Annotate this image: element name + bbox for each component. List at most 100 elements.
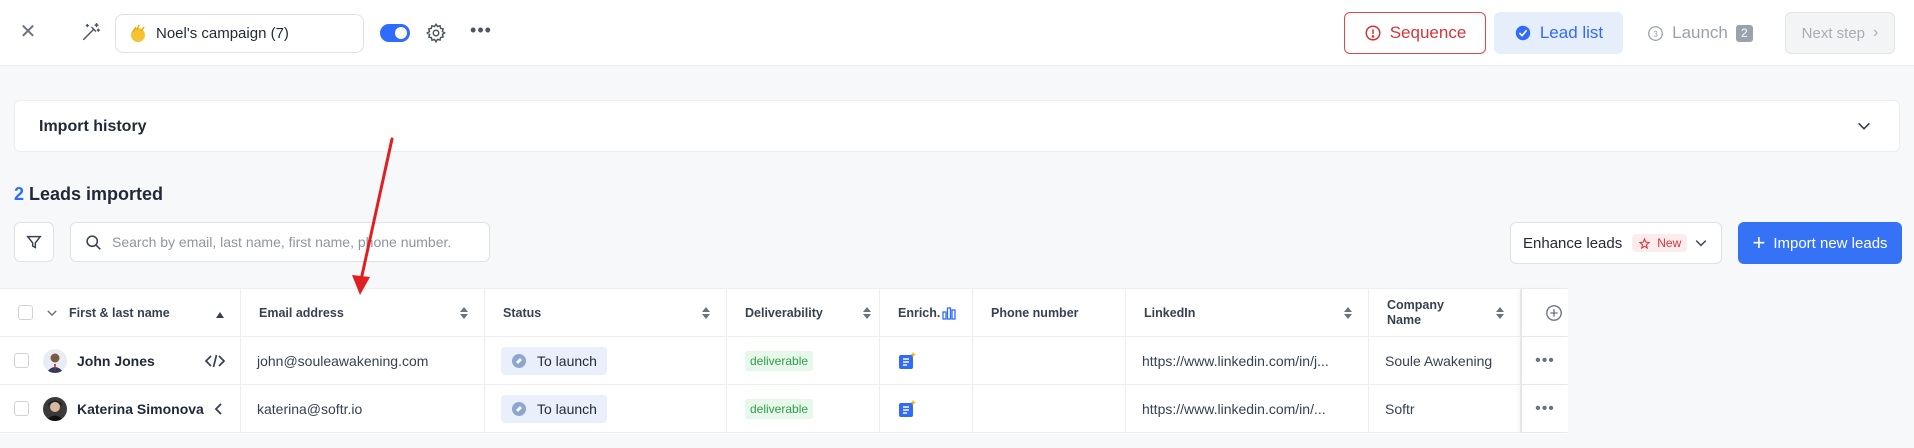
row-actions-cell: •••	[1521, 385, 1568, 432]
more-options-icon[interactable]: •••	[470, 20, 492, 44]
enhance-leads-dropdown[interactable]: Enhance leads New	[1510, 222, 1722, 264]
check-circle-icon	[1515, 25, 1531, 41]
status-pill[interactable]: To launch	[501, 346, 607, 375]
table-row[interactable]: John Jones john@souleawakening.com To la…	[0, 337, 1568, 385]
deliverability-badge: deliverable	[745, 350, 814, 371]
chevron-down-icon[interactable]	[1855, 117, 1873, 135]
plus-circle-icon[interactable]	[1545, 304, 1563, 322]
company-cell: Soule Awakening	[1369, 337, 1521, 384]
avatar	[43, 348, 67, 373]
column-header-enrich[interactable]: Enrich.	[880, 289, 973, 336]
lead-company[interactable]: Soule Awakening	[1369, 353, 1492, 369]
search-icon	[86, 234, 101, 250]
column-header-status[interactable]: Status	[485, 289, 727, 336]
lead-name[interactable]: Katerina Simonova	[77, 401, 204, 417]
sort-icon[interactable]	[863, 307, 871, 319]
status-cell: To launch	[485, 385, 727, 432]
table-header-row: First & last name Email address Status D…	[0, 289, 1568, 337]
filter-button[interactable]	[14, 222, 54, 262]
sparkle-star-icon	[1638, 237, 1651, 249]
lead-email[interactable]: john@souleawakening.com	[241, 353, 428, 369]
status-pill[interactable]: To launch	[501, 394, 607, 423]
sort-icon[interactable]	[702, 307, 710, 319]
lead-list-button[interactable]: Lead list	[1494, 12, 1623, 54]
column-header-label: Enrich.	[898, 305, 941, 320]
campaign-selector[interactable]: Noel's campaign (7)	[115, 14, 364, 53]
column-header-label: Deliverability	[745, 305, 823, 320]
column-header-company[interactable]: Company Name	[1369, 289, 1521, 336]
new-badge-label: New	[1657, 236, 1682, 250]
bar-chart-icon	[942, 306, 957, 320]
filter-icon	[26, 235, 42, 249]
launch-label: Launch	[1672, 23, 1728, 42]
column-header-linkedin[interactable]: LinkedIn	[1126, 289, 1369, 336]
rocket-status-icon	[512, 353, 526, 368]
select-all-checkbox[interactable]	[18, 305, 33, 320]
campaign-toggle[interactable]	[380, 24, 410, 42]
next-step-label: Next step	[1801, 24, 1866, 42]
next-step-button[interactable]: Next step ›	[1785, 12, 1895, 54]
import-history-title: Import history	[39, 118, 147, 135]
column-header-label: Email address	[259, 305, 344, 320]
import-new-leads-button[interactable]: + Import new leads	[1738, 222, 1902, 264]
row-actions-cell: •••	[1521, 337, 1568, 384]
column-header-phone[interactable]: Phone number	[973, 289, 1126, 336]
search-input[interactable]	[112, 234, 472, 250]
chevron-down-icon[interactable]	[45, 306, 59, 320]
leads-count: 2	[14, 184, 25, 204]
more-options-icon[interactable]: •••	[1535, 352, 1555, 370]
search-box[interactable]	[70, 222, 490, 262]
sort-ascending-icon[interactable]	[216, 309, 224, 321]
email-cell: katerina@softr.io	[241, 385, 485, 432]
column-header-label: LinkedIn	[1144, 305, 1196, 320]
leads-imported-heading: 2 Leads imported	[14, 184, 163, 205]
linkedin-cell: https://www.linkedin.com/in/j...	[1126, 337, 1369, 384]
status-label: To launch	[537, 352, 597, 369]
annotation-arrow-icon	[352, 137, 394, 295]
chevron-left-icon[interactable]	[212, 401, 226, 417]
new-badge: New	[1632, 234, 1688, 252]
plus-icon: +	[1752, 230, 1766, 255]
deliverability-cell: deliverable	[727, 337, 880, 384]
column-header-deliverability[interactable]: Deliverability	[727, 289, 880, 336]
sort-icon[interactable]	[460, 307, 468, 319]
alert-circle-icon	[1365, 25, 1381, 41]
phone-cell	[973, 337, 1126, 384]
column-header-label: Status	[503, 305, 542, 320]
sequence-button[interactable]: Sequence	[1344, 12, 1486, 54]
lead-linkedin[interactable]: https://www.linkedin.com/in/j...	[1126, 353, 1329, 369]
top-bar: ✕ Noel's campaign (7) ••• Sequence Lead …	[0, 0, 1914, 66]
sort-icon[interactable]	[1496, 307, 1504, 319]
enrich-icon[interactable]	[898, 399, 916, 418]
sort-icon[interactable]	[1344, 307, 1352, 319]
close-icon[interactable]: ✕	[18, 20, 38, 44]
enrich-icon[interactable]	[898, 351, 916, 370]
lead-linkedin[interactable]: https://www.linkedin.com/in/...	[1126, 401, 1326, 417]
lead-email[interactable]: katerina@softr.io	[241, 401, 362, 417]
launch-button[interactable]: 3 Launch 2	[1640, 12, 1760, 54]
magic-wand-icon[interactable]	[80, 21, 102, 43]
enrich-cell	[880, 337, 973, 384]
chevron-down-icon	[1695, 240, 1707, 247]
sequence-label: Sequence	[1389, 23, 1467, 42]
column-header-label: First & last name	[69, 305, 170, 320]
row-checkbox[interactable]	[14, 401, 29, 416]
enrich-cell	[880, 385, 973, 432]
email-cell: john@souleawakening.com	[241, 337, 485, 384]
row-checkbox[interactable]	[14, 353, 29, 368]
code-icon[interactable]	[204, 353, 226, 369]
deliverability-cell: deliverable	[727, 385, 880, 432]
column-header-label: Phone number	[991, 305, 1079, 320]
table-row[interactable]: Katerina Simonova katerina@softr.io To l…	[0, 385, 1568, 433]
column-header-email[interactable]: Email address	[241, 289, 485, 336]
add-column-cell	[1521, 289, 1568, 336]
enhance-leads-label: Enhance leads	[1523, 234, 1623, 252]
import-history-panel[interactable]: Import history	[14, 100, 1900, 152]
deliverability-badge: deliverable	[745, 398, 814, 419]
column-header-name[interactable]: First & last name	[0, 289, 241, 336]
lead-company[interactable]: Softr	[1369, 401, 1415, 417]
more-options-icon[interactable]: •••	[1535, 400, 1555, 418]
lead-name[interactable]: John Jones	[77, 353, 155, 369]
gear-icon[interactable]	[425, 22, 447, 44]
avatar	[43, 396, 67, 421]
